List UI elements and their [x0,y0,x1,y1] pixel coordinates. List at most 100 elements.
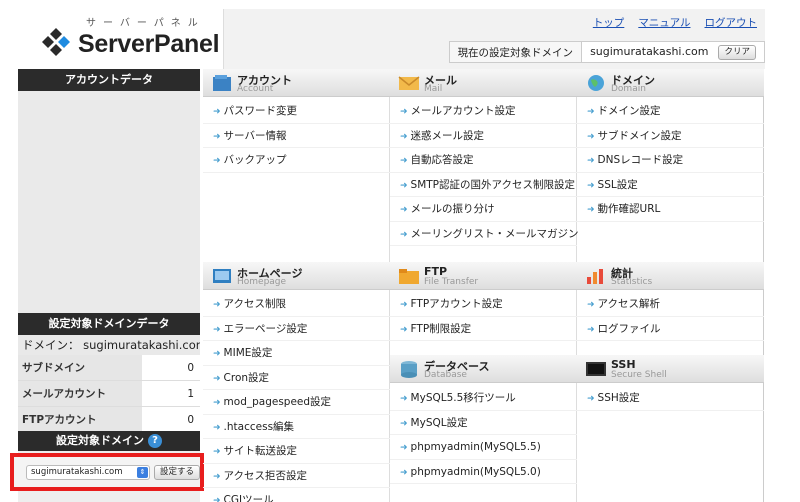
logout-link[interactable]: ログアウト [705,15,758,30]
arrow-icon: ➜ [400,467,408,478]
arrow-icon: ➜ [587,324,595,335]
menu-item[interactable]: ➜ メールの振り分け [390,197,577,222]
arrow-icon: ➜ [213,156,221,166]
section-subtitle: Secure Shell [611,370,667,380]
arrow-icon: ➜ [213,324,221,335]
target-domain-select-header: 設定対象ドメイン? [18,431,200,451]
menu-item[interactable]: ➜ メールアカウント設定 [390,99,577,124]
ftp-items: ➜ FTPアカウント設定 ➜ FTP制限設定 [390,292,577,341]
left-sidebar: アカウントデータ 設定対象ドメインデータ ドメイン： sugimuratakas… [18,69,200,502]
section-subtitle: Database [424,370,467,380]
statistics-chart-icon [587,269,603,284]
menu-item-label: サイト転送設定 [223,445,298,457]
menu-item[interactable]: ➜ MIME設定 [203,341,390,366]
menu-item[interactable]: ➜ .htaccess編集 [203,415,390,439]
account-data-header: アカウントデータ [18,69,200,91]
section-homepage: ホームページ Homepage [203,262,390,290]
domain-items: ➜ ドメイン設定 ➜ サブドメイン設定 ➜ DNSレコード設定 ➜ SSL設定 ➜ 動作確… [577,99,764,222]
menu-item[interactable]: ➜ サイト転送設定 [203,439,390,464]
arrow-icon: ➜ [400,131,408,142]
mail-items: ➜ メールアカウント設定 ➜ 迷惑メール設定 ➜ 自動応答設定 ➜ SMTP認証の国外ア… [390,99,579,246]
menu-item-label: バックアップ [223,154,287,166]
section-subtitle: Statistics [611,277,653,287]
stat-label: メールアカウント [18,381,142,406]
current-target-label: 現在の設定対象ドメイン [448,41,583,63]
logo-diamonds-icon [42,28,70,56]
menu-item-label: phpmyadmin(MySQL5.5) [410,441,541,453]
menu-item[interactable]: ➜ SMTP認証の国外アクセス制限設定 [390,173,577,197]
menu-item[interactable]: ➜ Cron設定 [203,366,390,390]
menu-item-label: 自動応答設定 [410,154,474,166]
menu-item[interactable]: ➜ アクセス制限 [203,292,390,317]
set-domain-button[interactable]: 設定する [154,465,200,480]
menu-item[interactable]: ➜ 自動応答設定 [390,148,577,173]
stat-value: 1 [142,381,200,406]
menu-item-label: MySQL設定 [410,416,468,429]
menu-item[interactable]: ➜ ログファイル [577,317,764,341]
menu-item[interactable]: ➜ メーリングリスト・メールマガジン [390,222,579,246]
arrow-icon: ➜ [587,205,595,215]
account-data-panel [18,91,200,313]
menu-item[interactable]: ➜ サブドメイン設定 [577,124,764,148]
top-link[interactable]: トップ [593,15,625,30]
menu-item-label: ドメイン設定 [597,105,661,117]
menu-item[interactable]: ➜ バックアップ [203,148,390,173]
menu-item-label: DNSレコード設定 [597,154,684,166]
menu-item[interactable]: ➜ 動作確認URL [577,197,764,222]
menu-item-label: メールの振り分け [410,203,495,215]
menu-item[interactable]: ➜ FTP制限設定 [390,317,577,341]
arrow-icon: ➜ [400,180,408,191]
arrow-icon: ➜ [400,229,408,240]
arrow-icon: ➜ [400,205,408,215]
database-items: ➜ MySQL5.5移行ツール ➜ MySQL設定 ➜ phpmyadmin(MySQ… [390,386,577,484]
domain-stats-table: サブドメイン 0 メールアカウント 1 FTPアカウント 0 [18,355,200,433]
menu-item[interactable]: ➜ CGIツール [203,488,390,502]
menu-item-label: 動作確認URL [597,203,661,215]
section-subtitle: Homepage [237,277,287,287]
menu-item[interactable]: ➜ 迷惑メール設定 [390,124,577,148]
domain-select-highlight: sugimuratakashi.com ⇕ 設定する [10,453,204,491]
help-icon[interactable]: ? [148,434,162,448]
ftp-folder-icon [399,269,419,284]
menu-item-label: FTPアカウント設定 [410,298,503,310]
menu-item[interactable]: ➜ MySQL設定 [390,411,577,435]
arrow-icon: ➜ [587,394,595,404]
menu-column-1: アカウント Account ➜ パスワード変更 ➜ サーバー情報 ➜ バックアップ ホ… [203,69,390,502]
menu-column-2: メール Mail ➜ メールアカウント設定 ➜ 迷惑メール設定 ➜ 自動応答設定 ➜ S… [390,69,579,502]
manual-link[interactable]: マニュアル [638,15,690,30]
section-subtitle: Domain [611,84,646,94]
top-bar: トップ マニュアル ログアウト 現在の設定対象ドメイン sugimurataka… [223,9,765,69]
menu-item[interactable]: ➜ アクセス拒否設定 [203,464,390,488]
logo-kana: サーバーパネル [86,18,205,29]
section-mail: メール Mail [390,69,577,97]
menu-item[interactable]: ➜ FTPアカウント設定 [390,292,577,317]
section-database: データベース Database [390,355,577,383]
menu-item[interactable]: ➜ アクセス解析 [577,292,764,317]
menu-item[interactable]: ➜ サーバー情報 [203,124,390,148]
arrow-icon: ➜ [213,107,221,117]
menu-item[interactable]: ➜ phpmyadmin(MySQL5.0) [390,460,577,484]
menu-item-label: SMTP認証の国外アクセス制限設定 [410,178,575,191]
clear-button[interactable]: クリア [718,44,756,60]
menu-item[interactable]: ➜ mod_pagespeed設定 [203,390,390,415]
menu-item[interactable]: ➜ エラーページ設定 [203,317,390,341]
top-links: トップ マニュアル ログアウト [593,15,757,30]
menu-item[interactable]: ➜ phpmyadmin(MySQL5.5) [390,435,577,460]
menu-item[interactable]: ➜ MySQL5.5移行ツール [390,386,577,411]
stat-row: FTPアカウント 0 [18,407,200,433]
domain-line: ドメイン： sugimuratakashi.com [18,335,200,355]
arrow-icon: ➜ [400,324,408,335]
menu-item[interactable]: ➜ DNSレコード設定 [577,148,764,173]
account-items: ➜ パスワード変更 ➜ サーバー情報 ➜ バックアップ [203,99,390,173]
arrow-icon: ➜ [213,349,221,359]
menu-item[interactable]: ➜ SSL設定 [577,173,764,197]
menu-item[interactable]: ➜ パスワード変更 [203,99,390,124]
domain-select[interactable]: sugimuratakashi.com ⇕ [26,465,150,480]
arrow-icon: ➜ [587,107,595,117]
menu-item[interactable]: ➜ ドメイン設定 [577,99,764,124]
arrow-icon: ➜ [400,300,408,310]
arrow-icon: ➜ [587,131,595,142]
menu-item[interactable]: ➜ SSH設定 [577,386,764,411]
arrow-icon: ➜ [213,471,221,482]
arrow-icon: ➜ [587,300,595,310]
